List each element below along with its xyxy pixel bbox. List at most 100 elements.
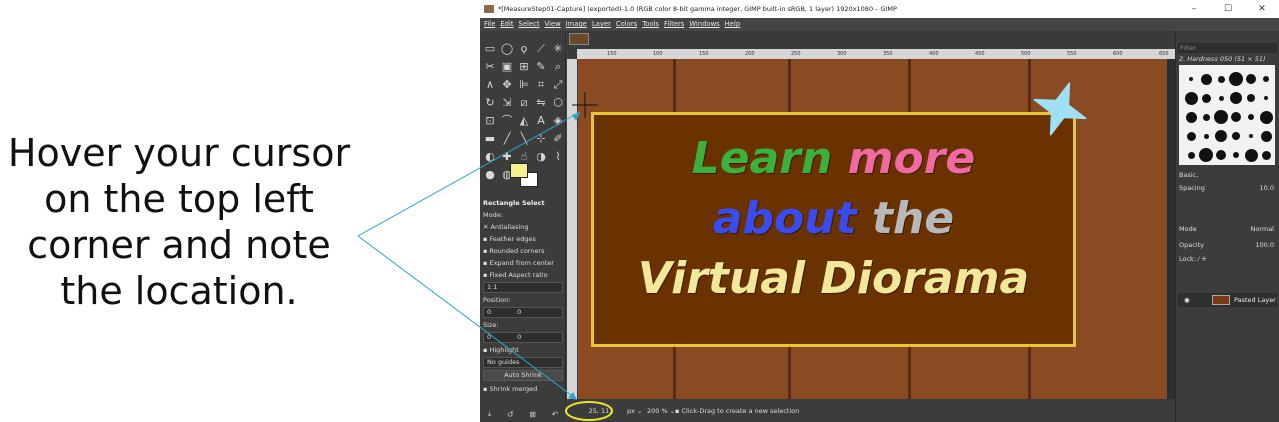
image-tab-thumbnail[interactable] [569, 33, 589, 45]
select-by-color-tool-icon[interactable]: ✳ [550, 41, 566, 57]
minimize-button[interactable]: – [1177, 0, 1211, 18]
shrink-merged-checkbox[interactable]: ▪ Shrink merged [480, 383, 566, 395]
expand-from-center-checkbox[interactable]: ▪ Expand from center [480, 257, 566, 269]
ruler-tick-label: 500 [1021, 51, 1031, 57]
text-tool-icon[interactable]: A [533, 113, 549, 129]
antialiasing-checkbox[interactable]: ✕ Antialiasing [480, 221, 566, 233]
unified-transform-icon[interactable]: ⤢ [550, 77, 566, 93]
size-w-input[interactable]: 0 [487, 333, 491, 341]
spacing-value[interactable]: 10.0 [1260, 182, 1274, 194]
toolbox-footer: ⤓ ↺ ⊠ ↶ [480, 406, 566, 422]
unit-select[interactable]: px ⌄ [627, 400, 643, 422]
cage-tool-icon[interactable]: ⬡ [550, 95, 566, 111]
menu-filters[interactable]: Filters [664, 18, 684, 31]
ellipse-select-tool-icon[interactable]: ◯ [499, 41, 515, 57]
brush-preview [1263, 76, 1269, 82]
size-fields[interactable]: 0 0 [483, 332, 563, 343]
foreground-color-swatch[interactable] [510, 163, 528, 178]
move-tool-icon[interactable]: ✥ [499, 77, 515, 93]
eraser-tool-icon[interactable]: ╲ [516, 131, 532, 147]
brush-grid[interactable] [1179, 65, 1275, 165]
tool-grid: ▭ ◯ ϙ ⟋ ✳ ✂ ▣ ⊞ ✎ ⌕ ∧ ✥ ⊫ ⌗ ⤢ ↻ ⇲ ⧄ ⇋ ⬡ [482, 41, 566, 183]
shear-tool-icon[interactable]: ⧄ [516, 95, 532, 111]
status-hint: ▪ Click-Drag to create a new selection [675, 407, 800, 415]
opacity-row[interactable]: Opacity 100.0 [1179, 239, 1276, 251]
gradient-tool-icon[interactable]: ◈ [550, 113, 566, 129]
foreground-select-tool-icon[interactable]: ▣ [499, 59, 515, 75]
save-options-icon[interactable]: ⤓ [488, 409, 492, 419]
zoom-tool-icon[interactable]: ⌕ [550, 59, 566, 75]
image-canvas[interactable]: Learn more about the Virtual Diorama [578, 59, 1174, 399]
scale-tool-icon[interactable]: ⇲ [499, 95, 515, 111]
fuzzy-select-tool-icon[interactable]: ⟋ [533, 41, 549, 57]
restore-options-icon[interactable]: ↺ [507, 410, 514, 419]
crop-tool-icon[interactable]: ⌗ [533, 77, 549, 93]
flip-tool-icon[interactable]: ⇋ [533, 95, 549, 111]
vertical-ruler[interactable] [567, 59, 577, 399]
maximize-button[interactable]: ☐ [1211, 0, 1245, 18]
menu-layer[interactable]: Layer [592, 18, 611, 31]
visibility-eye-icon[interactable]: ◉ [1184, 293, 1190, 307]
lock-pixels-icon[interactable]: ⁄ [1198, 255, 1199, 263]
align-tool-icon[interactable]: ⊞ [516, 59, 532, 75]
align-distribute-icon[interactable]: ⊫ [516, 77, 532, 93]
layer-name: Pasted Layer [1234, 296, 1276, 304]
menu-select[interactable]: Select [519, 18, 540, 31]
position-y-input[interactable]: 0 [517, 308, 521, 316]
opacity-value[interactable]: 100.0 [1255, 239, 1274, 251]
lasso-tool-icon[interactable]: ϙ [516, 41, 532, 57]
position-x-input[interactable]: 0 [487, 308, 491, 316]
perspective-tool-icon[interactable]: ⊡ [482, 113, 498, 129]
close-button[interactable]: ✕ [1245, 0, 1279, 18]
menu-windows[interactable]: Windows [689, 18, 719, 31]
ink-tool-icon[interactable]: ✐ [550, 131, 566, 147]
menu-view[interactable]: View [545, 18, 561, 31]
fixed-mode-select[interactable]: Aspect ratio [508, 271, 547, 279]
measure-tool-icon[interactable]: ∧ [482, 77, 498, 93]
menu-help[interactable]: Help [725, 18, 741, 31]
paths-tool-icon[interactable]: ⌇ [550, 149, 566, 165]
layer-mode-row[interactable]: Mode Normal [1179, 223, 1276, 235]
menu-file[interactable]: File [484, 18, 495, 31]
size-h-input[interactable]: 0 [517, 333, 521, 341]
auto-shrink-button[interactable]: Auto Shrink [483, 370, 563, 381]
rotate-tool-icon[interactable]: ↻ [482, 95, 498, 111]
status-bar: 25, 113 px ⌄ 200 % ⌄ ▪ Click-Drag to cre… [565, 400, 1175, 422]
mode-value[interactable]: Normal [1250, 223, 1274, 235]
brush-preset[interactable]: Basic, [1179, 169, 1276, 181]
clone-tool-icon[interactable]: ◐ [482, 149, 498, 165]
reset-options-icon[interactable]: ↶ [551, 410, 558, 419]
color-swatches[interactable] [510, 163, 540, 189]
feather-edges-checkbox[interactable]: ▪ Feather edges [480, 233, 566, 245]
brush-preview [1200, 73, 1212, 85]
menu-tools[interactable]: Tools [642, 18, 659, 31]
color-picker-tool-icon[interactable]: ✎ [533, 59, 549, 75]
pencil-tool-icon[interactable]: ▬ [482, 131, 498, 147]
fixed-checkbox[interactable]: ▪ Fixed Aspect ratio [480, 269, 566, 281]
airbrush-tool-icon[interactable]: ⊹ [533, 131, 549, 147]
blur-tool-icon[interactable]: ● [482, 167, 498, 183]
paintbrush-tool-icon[interactable]: ╱ [499, 131, 515, 147]
menu-image[interactable]: Image [566, 18, 587, 31]
scissors-tool-icon[interactable]: ✂ [482, 59, 498, 75]
layer-row[interactable]: ◉ Pasted Layer [1178, 293, 1277, 307]
ratio-field[interactable]: 1:1 [483, 282, 563, 293]
vertical-scrollbar[interactable] [1167, 59, 1175, 399]
instruction-line: on the top left [44, 177, 314, 221]
bucket-fill-tool-icon[interactable]: ◭ [516, 113, 532, 129]
warp-tool-icon[interactable]: ⌒ [499, 113, 515, 129]
position-fields[interactable]: 0 0 [483, 307, 563, 318]
zoom-select[interactable]: 200 % ⌄ [647, 400, 675, 422]
rounded-corners-checkbox[interactable]: ▪ Rounded corners [480, 245, 566, 257]
highlight-checkbox[interactable]: ▪ Highlight [480, 344, 566, 356]
delete-options-icon[interactable]: ⊠ [529, 410, 536, 419]
guides-select[interactable]: No guides [483, 357, 563, 368]
spacing-row[interactable]: Spacing 10.0 [1179, 182, 1276, 194]
rect-select-tool-icon[interactable]: ▭ [482, 41, 498, 57]
brush-filter-input[interactable]: Filter [1178, 43, 1277, 53]
lock-position-icon[interactable]: ✛ [1201, 255, 1206, 263]
menu-colors[interactable]: Colors [616, 18, 637, 31]
horizontal-ruler[interactable]: 150 100 150 200 250 300 350 400 450 500 550 600 650 [577, 49, 1175, 59]
ruler-tick-label: 350 [883, 51, 893, 57]
menu-edit[interactable]: Edit [500, 18, 513, 31]
